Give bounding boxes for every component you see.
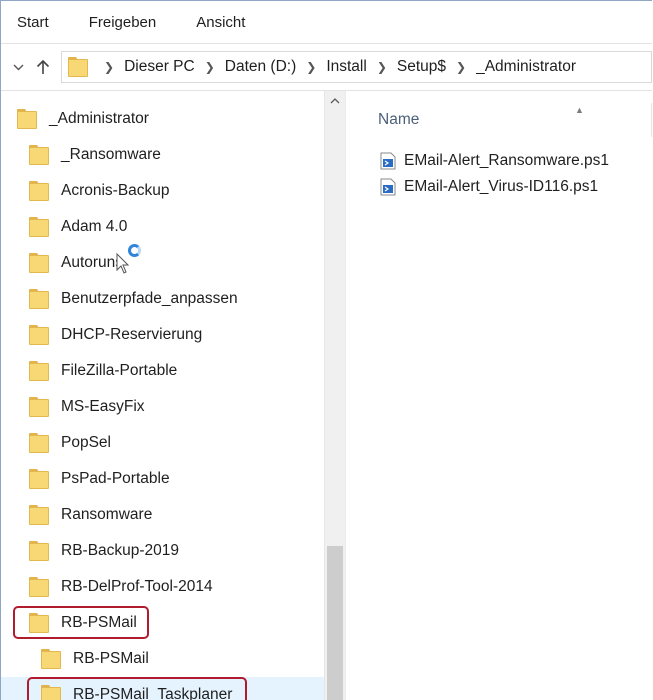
- tab-freigeben[interactable]: Freigeben: [61, 1, 169, 43]
- tree-item-label: RB-PSMail: [61, 614, 137, 631]
- tree-item-label: Ransomware: [61, 506, 153, 523]
- tree-item-label: RB-PSMail_Taskplaner: [73, 686, 233, 700]
- folder-icon: [41, 685, 61, 700]
- tree-item-label: PopSel: [61, 434, 111, 451]
- tree-item-label: Autoruns: [61, 254, 124, 271]
- file-item[interactable]: EMail-Alert_Virus-ID116.ps1: [380, 175, 598, 199]
- column-header-label: Name: [378, 111, 420, 128]
- folder-icon: [29, 361, 49, 381]
- tree-item-adam[interactable]: Adam 4.0: [1, 209, 325, 245]
- tree-item-benutzerpfade[interactable]: Benutzerpfade_anpassen: [1, 281, 325, 317]
- folder-icon: [29, 541, 49, 561]
- tree-item-ransomware-underscore[interactable]: _Ransomware: [1, 137, 325, 173]
- folder-icon: [29, 613, 49, 633]
- folder-icon: [29, 577, 49, 597]
- powershell-script-icon: [380, 178, 396, 196]
- tree-item-dhcp[interactable]: DHCP-Reservierung: [1, 317, 325, 353]
- tree-item-rb-psmail-taskplaner[interactable]: RB-PSMail_Taskplaner: [1, 677, 325, 700]
- chevron-right-icon[interactable]: ❯: [195, 60, 225, 74]
- tree-item-label: _Administrator: [49, 110, 149, 127]
- tree-item-label: Adam 4.0: [61, 218, 128, 235]
- tree-item-pspad[interactable]: PsPad-Portable: [1, 461, 325, 497]
- tree-item-rb-delprof[interactable]: RB-DelProf-Tool-2014: [1, 569, 325, 605]
- file-item[interactable]: EMail-Alert_Ransomware.ps1: [380, 149, 609, 173]
- tree-item-popsel[interactable]: PopSel: [1, 425, 325, 461]
- folder-icon: [29, 325, 49, 345]
- tree-item-autoruns[interactable]: Autoruns: [1, 245, 325, 281]
- folder-icon: [29, 505, 49, 525]
- ribbon-tabs: Start Freigeben Ansicht: [1, 1, 652, 44]
- file-name: EMail-Alert_Virus-ID116.ps1: [404, 178, 599, 195]
- tree-item-acronis-backup[interactable]: Acronis-Backup: [1, 173, 325, 209]
- breadcrumb-daten[interactable]: Daten (D:): [225, 58, 297, 76]
- sort-ascending-icon: ▲: [575, 105, 584, 115]
- chevron-right-icon[interactable]: ❯: [367, 60, 397, 74]
- tree-item-label: RB-PSMail: [73, 650, 149, 667]
- tree-item-label: Benutzerpfade_anpassen: [61, 290, 238, 307]
- tree-item-rb-psmail[interactable]: RB-PSMail: [1, 605, 325, 641]
- address-bar[interactable]: ❯ Dieser PC ❯ Daten (D:) ❯ Install ❯ Set…: [61, 51, 652, 83]
- tab-start[interactable]: Start: [1, 1, 61, 43]
- scroll-up-icon[interactable]: [325, 91, 345, 111]
- folder-icon: [29, 145, 49, 165]
- folder-icon: [41, 649, 61, 669]
- folder-tree: _Administrator _Ransomware Acronis-Backu…: [1, 91, 325, 700]
- tree-item-label: Acronis-Backup: [61, 182, 170, 199]
- folder-icon: [68, 57, 88, 77]
- folder-icon: [29, 397, 49, 417]
- tree-item-ms-easyfix[interactable]: MS-EasyFix: [1, 389, 325, 425]
- up-arrow-icon[interactable]: [29, 52, 57, 82]
- folder-icon: [29, 289, 49, 309]
- file-name: EMail-Alert_Ransomware.ps1: [404, 152, 610, 169]
- breadcrumb-install[interactable]: Install: [326, 58, 367, 76]
- tab-ansicht[interactable]: Ansicht: [168, 1, 257, 43]
- tree-item-filezilla[interactable]: FileZilla-Portable: [1, 353, 325, 389]
- explorer-window: Start Freigeben Ansicht ❯ Dieser PC ❯ Da…: [0, 0, 652, 700]
- folder-icon: [29, 253, 49, 273]
- chevron-right-icon[interactable]: ❯: [94, 60, 124, 74]
- file-list-pane: Name ▲ EMail-Alert_Ransomware.ps1 EMail-…: [346, 91, 652, 700]
- scrollbar-thumb[interactable]: [327, 546, 343, 700]
- folder-icon: [29, 217, 49, 237]
- tree-item-administrator[interactable]: _Administrator: [1, 101, 325, 137]
- breadcrumb-administrator[interactable]: _Administrator: [476, 58, 576, 76]
- recent-locations-chevron-down-icon[interactable]: [7, 52, 29, 82]
- folder-icon: [29, 433, 49, 453]
- tree-scrollbar[interactable]: [324, 91, 345, 700]
- tree-item-label: MS-EasyFix: [61, 398, 145, 415]
- breadcrumb-setup[interactable]: Setup$: [397, 58, 446, 76]
- chevron-right-icon[interactable]: ❯: [446, 60, 476, 74]
- tree-item-label: _Ransomware: [61, 146, 161, 163]
- address-row: ❯ Dieser PC ❯ Daten (D:) ❯ Install ❯ Set…: [1, 44, 652, 91]
- folder-icon: [17, 109, 37, 129]
- tree-item-rb-backup[interactable]: RB-Backup-2019: [1, 533, 325, 569]
- tree-item-label: PsPad-Portable: [61, 470, 170, 487]
- tree-item-label: RB-DelProf-Tool-2014: [61, 578, 213, 595]
- tree-item-label: DHCP-Reservierung: [61, 326, 203, 343]
- tree-item-label: RB-Backup-2019: [61, 542, 180, 559]
- chevron-right-icon[interactable]: ❯: [296, 60, 326, 74]
- navigation-pane: _Administrator _Ransomware Acronis-Backu…: [1, 91, 346, 700]
- tree-item-ransomware[interactable]: Ransomware: [1, 497, 325, 533]
- breadcrumb-dieser-pc[interactable]: Dieser PC: [124, 58, 195, 76]
- column-header-name[interactable]: Name ▲: [360, 103, 652, 137]
- folder-icon: [29, 181, 49, 201]
- folder-icon: [29, 469, 49, 489]
- tree-item-label: FileZilla-Portable: [61, 362, 178, 379]
- powershell-script-icon: [380, 152, 396, 170]
- tree-item-rb-psmail-sub[interactable]: RB-PSMail: [1, 641, 325, 677]
- content-area: _Administrator _Ransomware Acronis-Backu…: [1, 91, 652, 700]
